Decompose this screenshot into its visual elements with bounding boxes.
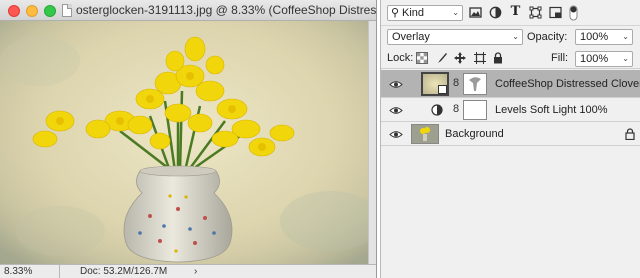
layer-name[interactable]: Background [445, 128, 504, 140]
eye-icon[interactable] [389, 80, 403, 89]
layer-row[interactable]: Background [381, 122, 640, 146]
search-icon: ⚲ [391, 7, 400, 19]
image-canvas[interactable] [0, 21, 376, 264]
layer-filter-row: ⚲ Kind ⌄ T [381, 0, 640, 26]
layers-panel: ⚲ Kind ⌄ T Overlay ⌄ Opacity: 100% ⌄ Loc… [380, 0, 640, 278]
close-window-button[interactable] [8, 5, 20, 17]
lock-artboard-icon[interactable] [474, 52, 486, 64]
chevron-down-icon: ⌄ [512, 32, 519, 41]
background-thumbnail-image [412, 125, 438, 143]
opacity-field[interactable]: 100% ⌄ [575, 29, 633, 45]
lock-image-pixels-icon[interactable] [436, 52, 448, 64]
lock-position-icon[interactable] [454, 52, 466, 64]
fill-label: Fill: [551, 52, 569, 64]
layer-thumbnail[interactable] [411, 124, 439, 144]
smart-object-badge-icon [438, 85, 447, 94]
mask-shape-icon [469, 77, 481, 91]
document-titlebar[interactable]: osterglocken-3191113.jpg @ 8.33% (Coffee… [0, 0, 376, 21]
lock-all-icon[interactable] [492, 52, 504, 64]
minimize-window-button[interactable] [26, 5, 38, 17]
fill-value: 100% [580, 53, 609, 65]
chevron-down-icon: ⌄ [452, 8, 459, 17]
shape-filter-icon[interactable] [529, 6, 542, 19]
link-icon[interactable]: 8 [453, 77, 459, 89]
layer-name[interactable]: Levels Soft Light 100% [495, 104, 608, 116]
chevron-down-icon: ⌄ [622, 32, 629, 41]
lock-row: Lock: Fill: 100% ⌄ [381, 49, 640, 69]
zoom-level-field[interactable]: 8.33% [0, 265, 60, 278]
vertical-scrollbar[interactable] [368, 21, 376, 264]
layer-name[interactable]: CoffeeShop Distressed Clover Field [495, 78, 640, 90]
type-filter-icon[interactable]: T [509, 5, 522, 18]
daffodil-photo [0, 21, 376, 264]
layer-row[interactable]: 8 Levels Soft Light 100% [381, 98, 640, 122]
lock-label: Lock: [387, 52, 414, 64]
adjustment-filter-icon[interactable] [489, 6, 502, 19]
document-proxy-icon[interactable] [62, 4, 72, 17]
layer-mask-thumbnail[interactable] [463, 73, 487, 95]
layer-row[interactable]: 8 CoffeeShop Distressed Clover Field [381, 70, 640, 98]
document-window: osterglocken-3191113.jpg @ 8.33% (Coffee… [0, 0, 377, 278]
smart-object-filter-icon[interactable] [549, 6, 562, 19]
eye-icon[interactable] [389, 106, 403, 115]
document-size-readout: Doc: 53.2M/126.7M [80, 266, 168, 277]
link-icon[interactable]: 8 [453, 103, 459, 115]
pixel-layer-filter-icon[interactable] [469, 6, 482, 19]
blend-mode-value: Overlay [392, 31, 430, 43]
blend-mode-select[interactable]: Overlay ⌄ [387, 29, 523, 45]
filter-kind-label: Kind [402, 7, 425, 19]
fill-field[interactable]: 100% ⌄ [575, 51, 633, 67]
eye-icon[interactable] [389, 130, 403, 139]
opacity-value: 100% [580, 31, 609, 43]
lock-transparent-pixels-icon[interactable] [416, 52, 428, 64]
status-bar: 8.33% Doc: 53.2M/126.7M › [0, 264, 376, 278]
filter-kind-select[interactable]: ⚲ Kind ⌄ [387, 5, 463, 21]
layer-mask-thumbnail[interactable] [463, 100, 487, 120]
zoom-window-button[interactable] [44, 5, 56, 17]
blend-mode-row: Overlay ⌄ Opacity: 100% ⌄ [381, 27, 640, 47]
layer-thumbnail[interactable] [421, 72, 449, 96]
opacity-label: Opacity: [527, 31, 568, 43]
document-title: osterglocken-3191113.jpg @ 8.33% (Coffee… [76, 3, 377, 17]
adjustment-layer-icon [431, 104, 443, 116]
filter-toggle-icon[interactable] [569, 5, 578, 21]
status-menu-arrow[interactable]: › [194, 265, 197, 278]
lock-icon [625, 128, 635, 140]
chevron-down-icon: ⌄ [622, 54, 629, 63]
